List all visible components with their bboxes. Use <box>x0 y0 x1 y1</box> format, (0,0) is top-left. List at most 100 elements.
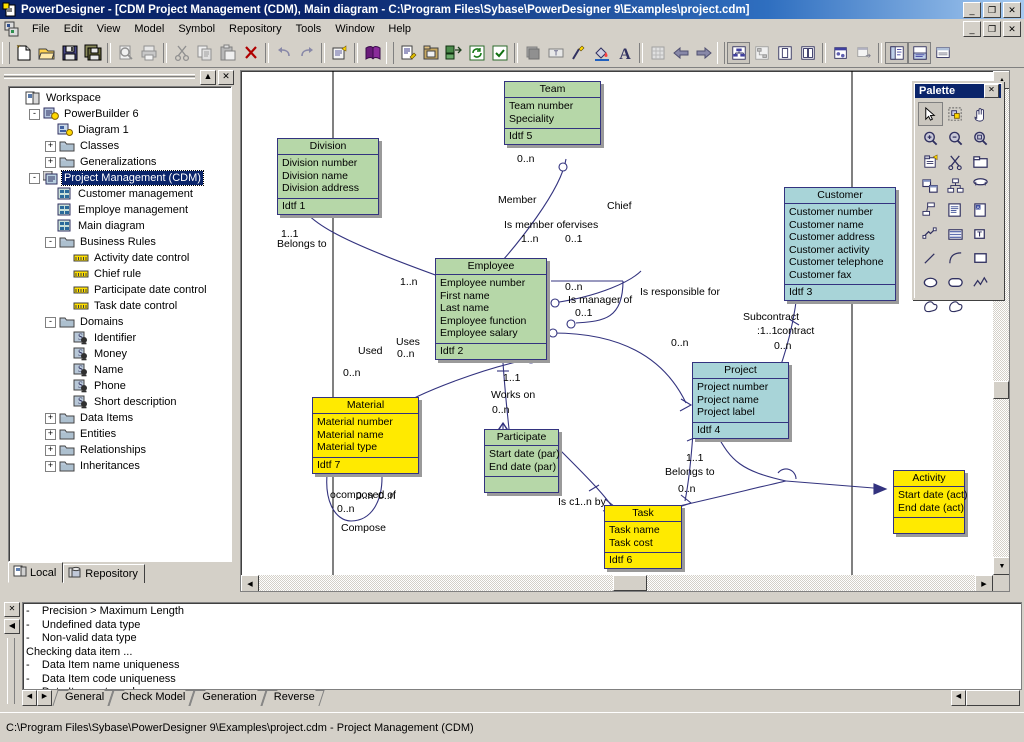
entity-team[interactable]: Team Team number Speciality Idtf 5 <box>504 81 601 145</box>
tree-item-project-management-cdm[interactable]: - Project Management (CDM) <box>13 170 229 186</box>
tree-item-business-rules[interactable]: - Business Rules <box>13 234 229 250</box>
paste-icon[interactable] <box>216 42 239 64</box>
output-tab-scroll-right[interactable]: ▶ <box>37 690 52 706</box>
title-tool[interactable] <box>918 222 943 246</box>
undo-icon[interactable] <box>272 42 295 64</box>
tree-expander[interactable]: + <box>45 460 56 472</box>
fill-color-icon[interactable] <box>590 42 613 64</box>
output-tab-check-model[interactable]: Check Model <box>111 690 192 705</box>
package-tool[interactable] <box>968 150 993 174</box>
menu-tools[interactable]: Tools <box>289 21 329 37</box>
tree-item-domains[interactable]: - Domains <box>13 314 229 330</box>
text-frame-icon[interactable]: T <box>544 42 567 64</box>
entity-employee[interactable]: Employee Employee number First name Last na… <box>435 258 547 360</box>
tree-item-participate-date-control[interactable]: Participate date control <box>13 282 229 298</box>
open-package-tool[interactable] <box>918 150 943 174</box>
tree-item-identifier[interactable]: S Identifier <box>13 330 229 346</box>
entity-customer[interactable]: Customer Customer number Customer name Cust… <box>784 187 896 301</box>
check-model-icon[interactable] <box>488 42 511 64</box>
zoom-fit-tool[interactable] <box>968 126 993 150</box>
lasso-select-tool[interactable] <box>943 102 968 126</box>
tree-item-chief-rule[interactable]: Chief rule <box>13 266 229 282</box>
tree-expander[interactable]: + <box>45 156 56 168</box>
grid-icon[interactable] <box>646 42 669 64</box>
print-icon[interactable] <box>137 42 160 64</box>
tree-expander[interactable]: - <box>29 108 40 120</box>
tree-expander[interactable]: - <box>29 172 40 184</box>
diagram-view-icon[interactable] <box>727 42 750 64</box>
tree-item-diagram-1[interactable]: Diagram 1 <box>13 122 229 138</box>
tree-item-name[interactable]: S Name <box>13 362 229 378</box>
zoom-out-tool[interactable] <box>943 126 968 150</box>
canvas-horizontal-scrollbar[interactable]: ◀ ▶ <box>241 575 993 591</box>
tree-item-workspace[interactable]: Workspace <box>13 90 229 106</box>
delete-scissors-tool[interactable] <box>943 150 968 174</box>
browser-panel-icon[interactable] <box>885 42 908 64</box>
tree-item-powerbuilder-6[interactable]: - PowerBuilder 6 <box>13 106 229 122</box>
diagram-canvas[interactable]: Team Team number Speciality Idtf 5 Division… <box>240 70 1010 592</box>
entity-material[interactable]: Material Material number Material name Mate… <box>312 397 419 474</box>
toolbar-grip-2[interactable] <box>386 42 394 64</box>
tree-item-inheritances[interactable]: + Inheritances <box>13 458 229 474</box>
entity-activity[interactable]: Activity Start date (act) End date (act) <box>893 470 967 534</box>
tree-item-task-date-control[interactable]: Task date control <box>13 298 229 314</box>
print-preview-icon[interactable] <box>114 42 137 64</box>
tree-item-employe-management[interactable]: Employe management <box>13 202 229 218</box>
menu-help[interactable]: Help <box>381 21 418 37</box>
canvas-vscroll-thumb[interactable] <box>993 381 1009 399</box>
minimize-button[interactable]: _ <box>963 1 981 18</box>
menu-symbol[interactable]: Symbol <box>171 21 222 37</box>
tree-expander[interactable]: - <box>45 316 56 328</box>
page-view-icon[interactable] <box>773 42 796 64</box>
tree-expander[interactable]: + <box>45 412 56 424</box>
model-icon[interactable] <box>3 21 21 37</box>
output-drag-handle[interactable] <box>7 638 15 704</box>
generate-db-icon[interactable] <box>442 42 465 64</box>
output-tab-reverse[interactable]: Reverse <box>264 690 322 705</box>
open-icon[interactable] <box>35 42 58 64</box>
palette-title-bar[interactable]: Palette ✕ <box>915 84 1001 98</box>
tree-expander[interactable]: + <box>45 444 56 456</box>
tree-item-phone[interactable]: S Phone <box>13 378 229 394</box>
rounded-rect-tool[interactable] <box>968 270 993 294</box>
output-collapse-button[interactable]: ◀ <box>4 619 20 634</box>
association-link-tool[interactable] <box>943 198 968 222</box>
browser-tab-repository[interactable]: Repository <box>63 564 145 583</box>
entity-participate[interactable]: Participate Start date (par) End date (par… <box>484 429 560 493</box>
pointer-tool[interactable] <box>918 102 943 126</box>
mdi-restore-button[interactable]: ❐ <box>983 21 1001 37</box>
output-tab-scroll-left[interactable]: ◀ <box>22 690 37 706</box>
cut-icon[interactable] <box>170 42 193 64</box>
output-panel-icon[interactable] <box>908 42 931 64</box>
link-tool[interactable] <box>943 222 968 246</box>
tree-item-data-items[interactable]: + Data Items <box>13 410 229 426</box>
output-close-button[interactable]: ✕ <box>4 602 20 617</box>
browser-close-button[interactable]: ✕ <box>218 69 234 85</box>
tree-item-relationships[interactable]: + Relationships <box>13 442 229 458</box>
menu-edit[interactable]: Edit <box>57 21 90 37</box>
tree-item-money[interactable]: S Money <box>13 346 229 362</box>
book-help-icon[interactable] <box>361 42 384 64</box>
browser-tree[interactable]: Workspace - PowerBuilder 6 Diagram 1 + Classe… <box>8 86 232 562</box>
two-page-view-icon[interactable] <box>796 42 819 64</box>
tree-expander[interactable]: + <box>45 140 56 152</box>
tree-expander[interactable]: + <box>45 428 56 440</box>
tree-item-activity-date-control[interactable]: Activity date control <box>13 250 229 266</box>
polygon-tool[interactable] <box>943 294 968 318</box>
menu-model[interactable]: Model <box>127 21 171 37</box>
note-tool[interactable]: T <box>968 222 993 246</box>
tree-item-customer-management[interactable]: Customer management <box>13 186 229 202</box>
tree-item-short-description[interactable]: S Short description <box>13 394 229 410</box>
save-all-icon[interactable] <box>81 42 104 64</box>
tree-item-entities[interactable]: + Entities <box>13 426 229 442</box>
association-tool[interactable] <box>918 198 943 222</box>
back-icon[interactable] <box>669 42 692 64</box>
rectangle-tool[interactable] <box>918 270 943 294</box>
ellipse-tool[interactable] <box>943 270 968 294</box>
palette-close-button[interactable]: ✕ <box>984 84 999 98</box>
tree-expander[interactable]: - <box>45 236 56 248</box>
mdi-close-button[interactable]: ✕ <box>1003 21 1021 37</box>
diagram-surface[interactable]: Team Team number Speciality Idtf 5 Division… <box>241 71 1007 575</box>
model-package-icon[interactable] <box>419 42 442 64</box>
menu-view[interactable]: View <box>90 21 128 37</box>
